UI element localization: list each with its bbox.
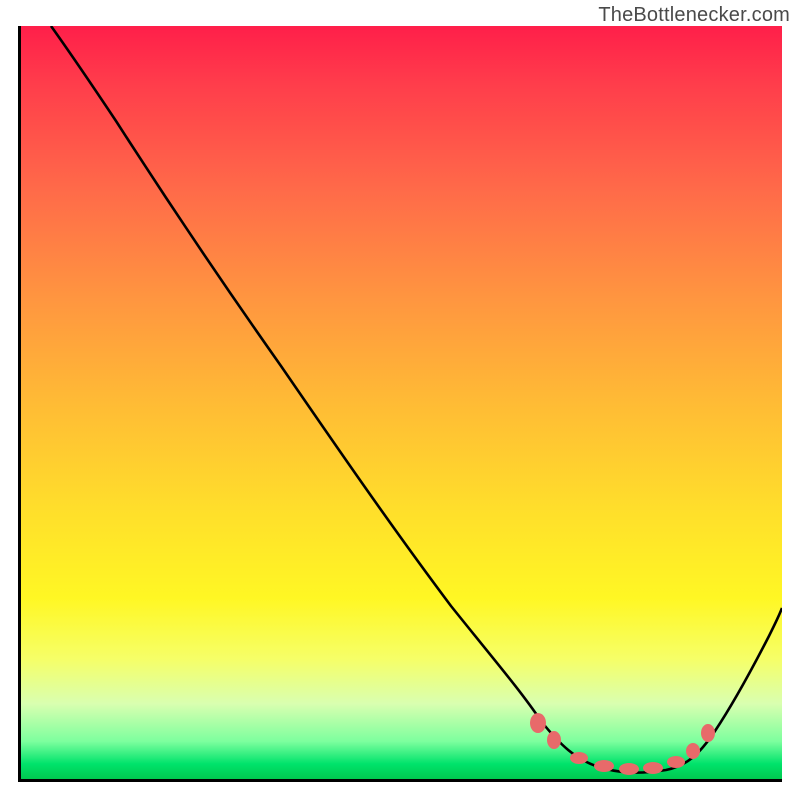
data-point: [667, 756, 685, 768]
data-point: [530, 713, 546, 733]
plot-area: [18, 26, 782, 782]
bottleneck-chart: TheBottlenecker.com: [0, 0, 800, 800]
data-point: [686, 743, 700, 759]
data-point: [701, 724, 715, 742]
bottleneck-curve: [51, 26, 782, 773]
curve-layer: [21, 26, 782, 779]
data-point: [619, 763, 639, 775]
data-point: [547, 731, 561, 749]
data-point: [594, 760, 614, 772]
data-point: [570, 752, 588, 764]
attribution-text: TheBottlenecker.com: [598, 4, 790, 27]
data-point: [643, 762, 663, 774]
